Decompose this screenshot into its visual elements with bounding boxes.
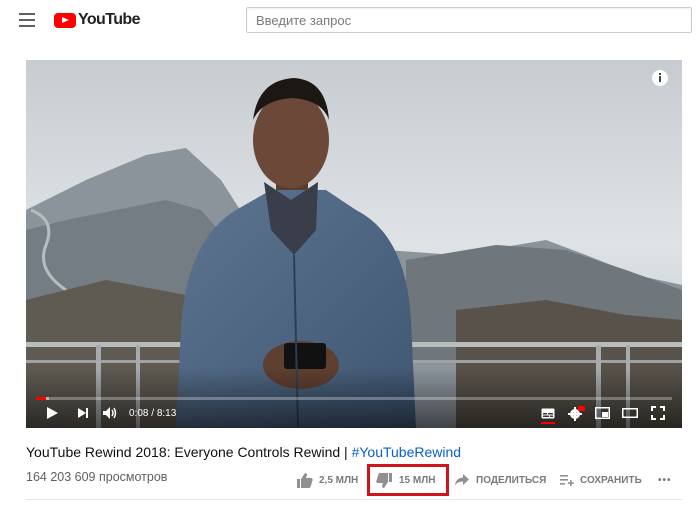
- video-title-text: YouTube Rewind 2018: Everyone Controls R…: [26, 444, 352, 460]
- more-actions-button[interactable]: •••: [658, 470, 672, 490]
- youtube-logo[interactable]: YouTube: [54, 11, 140, 29]
- masthead: YouTube: [0, 0, 700, 40]
- progress-bar[interactable]: [36, 397, 672, 400]
- like-button[interactable]: 2,5 МЛН: [297, 470, 358, 490]
- subtitles-icon[interactable]: [541, 408, 555, 419]
- hamburger-menu-icon[interactable]: [19, 13, 35, 27]
- fullscreen-icon[interactable]: [651, 406, 665, 420]
- video-title: YouTube Rewind 2018: Everyone Controls R…: [26, 444, 461, 460]
- share-label: ПОДЕЛИТЬСЯ: [476, 474, 547, 486]
- subtitles-active-underline: [541, 422, 555, 424]
- search-box[interactable]: [246, 7, 692, 33]
- more-dots-icon: •••: [658, 474, 672, 486]
- dislike-highlight-box: [367, 464, 449, 496]
- time-current: 0:08: [129, 408, 149, 419]
- time-separator: /: [148, 408, 157, 419]
- volume-icon[interactable]: [102, 406, 118, 420]
- progress-played: [36, 397, 47, 400]
- settings-gear-icon[interactable]: [567, 405, 585, 421]
- play-icon[interactable]: [45, 406, 59, 420]
- save-button[interactable]: СОХРАНИТЬ: [560, 470, 642, 490]
- save-label: СОХРАНИТЬ: [580, 474, 642, 486]
- theater-mode-icon[interactable]: [622, 408, 638, 418]
- like-count: 2,5 МЛН: [319, 474, 359, 486]
- next-icon[interactable]: [76, 407, 90, 419]
- add-to-playlist-icon: [560, 475, 574, 486]
- share-arrow-icon: [455, 474, 469, 485]
- search-input[interactable]: [247, 8, 691, 32]
- share-button[interactable]: ПОДЕЛИТЬСЯ: [455, 470, 546, 490]
- youtube-play-icon: [54, 12, 76, 28]
- time-total: 8:13: [156, 408, 177, 419]
- logo-text: YouTube: [78, 11, 140, 28]
- info-icon[interactable]: [652, 70, 668, 86]
- view-count: 164 203 609 просмотров: [26, 470, 168, 484]
- time-display: 0:08 / 8:13: [129, 408, 176, 419]
- thumbs-up-icon: [297, 472, 313, 488]
- hashtag-link[interactable]: #YouTubeRewind: [352, 444, 462, 460]
- miniplayer-icon[interactable]: [595, 407, 610, 419]
- video-player[interactable]: 0:08 / 8:13: [26, 60, 682, 428]
- info-divider: [26, 499, 682, 500]
